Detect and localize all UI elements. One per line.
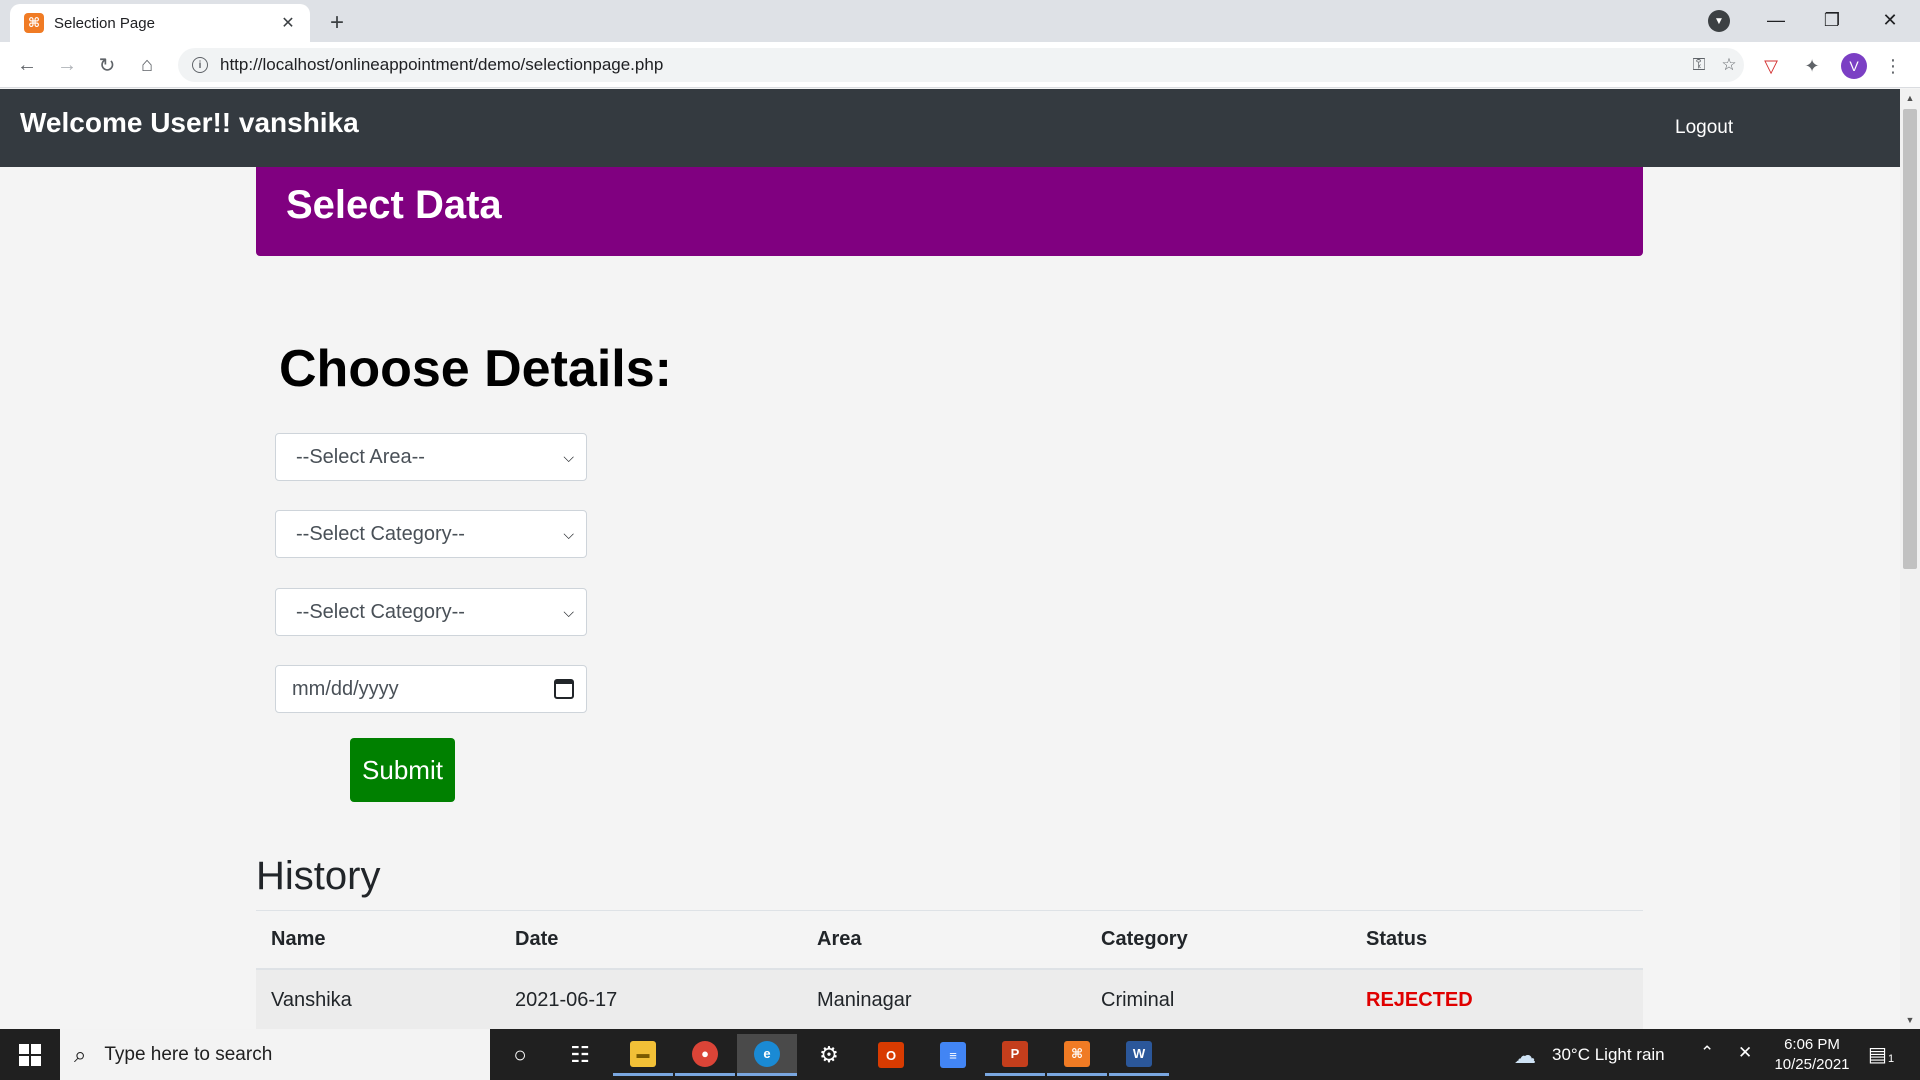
table-header-row: Name Date Area Category Status — [256, 910, 1643, 970]
history-table: Name Date Area Category Status Vanshika … — [256, 910, 1643, 1029]
address-bar[interactable]: i http://localhost/onlineappointment/dem… — [178, 48, 1744, 82]
url-host: localhost — [262, 55, 330, 74]
search-placeholder: Type here to search — [104, 1043, 273, 1065]
clock-date: 10/25/2021 — [1774, 1056, 1850, 1073]
tab-title: Selection Page — [54, 14, 155, 32]
area-select[interactable]: --Select Area-- ⌵ — [275, 433, 587, 481]
cell-date: 2021-06-17 — [500, 968, 802, 1029]
chevron-down-icon: ⌵ — [563, 448, 574, 465]
calendar-icon[interactable] — [554, 679, 574, 699]
xampp-taskbar-icon[interactable]: ⌘ — [1047, 1034, 1107, 1076]
browser-toolbar: ← → ↻ ⌂ i http://localhost/onlineappoint… — [0, 42, 1920, 88]
minimize-icon[interactable]: — — [1748, 0, 1804, 40]
extensions-puzzle-icon[interactable]: ✦ — [1799, 53, 1825, 79]
tray-chevron-up-icon[interactable]: ⌃ — [1700, 1043, 1714, 1063]
bookmark-star-icon[interactable]: ☆ — [1714, 55, 1744, 75]
browser-tab-strip: ⌘ Selection Page ✕ + ▼ — ❐ ✕ — [0, 0, 1920, 42]
weather-text[interactable]: 30°C Light rain — [1552, 1045, 1665, 1065]
area-select-value: --Select Area-- — [296, 445, 425, 468]
file-explorer-icon[interactable]: ▬ — [613, 1034, 673, 1076]
weather-cloud-icon[interactable]: ☁ — [1514, 1043, 1536, 1069]
category-select-1[interactable]: --Select Category-- ⌵ — [275, 510, 587, 558]
reload-icon[interactable]: ↻ — [93, 51, 121, 79]
column-header-area: Area — [802, 910, 1086, 970]
taskbar-clock[interactable]: 6:06 PM 10/25/2021 — [1772, 1035, 1852, 1075]
site-info-icon[interactable]: i — [192, 57, 208, 73]
url-path: /onlineappointment/demo/selectionpage.ph… — [329, 55, 664, 74]
windows-logo-icon — [19, 1043, 41, 1066]
task-view-icon[interactable]: ☷ — [550, 1034, 610, 1076]
column-header-category: Category — [1086, 910, 1351, 970]
word-icon[interactable]: W — [1109, 1034, 1169, 1076]
banner-title: Select Data — [286, 183, 502, 227]
submit-button[interactable]: Submit — [350, 738, 455, 802]
speaker-muted-icon[interactable]: ✕ — [1738, 1043, 1752, 1063]
history-heading: History — [256, 854, 381, 898]
key-icon[interactable]: ⚿ — [1684, 55, 1714, 75]
restore-icon[interactable]: ❐ — [1804, 0, 1860, 40]
form-heading: Choose Details: — [279, 340, 672, 398]
google-docs-icon[interactable]: ≡ — [923, 1034, 983, 1076]
notification-icon[interactable]: ▤ — [1868, 1042, 1887, 1067]
xampp-icon: ⌘ — [24, 13, 44, 33]
home-icon[interactable]: ⌂ — [133, 51, 161, 79]
table-row: Vanshika 2021-06-17 Maninagar Criminal R… — [256, 968, 1643, 1029]
column-header-date: Date — [500, 910, 802, 970]
taskbar-search[interactable]: ⌕ Type here to search — [60, 1029, 490, 1080]
settings-gear-icon[interactable]: ⚙ — [799, 1034, 859, 1076]
welcome-brand: Welcome User!! vanshika — [20, 107, 359, 138]
cell-category: Criminal — [1086, 968, 1351, 1029]
page-viewport: Welcome User!! vanshika Logout Select Da… — [0, 89, 1900, 1029]
category-select-1-value: --Select Category-- — [296, 522, 465, 545]
pocket-extension-icon[interactable]: ▽ — [1758, 53, 1784, 79]
notification-count: 1 — [1888, 1053, 1895, 1065]
category-select-2[interactable]: --Select Category-- ⌵ — [275, 588, 587, 636]
new-tab-button[interactable]: + — [322, 8, 352, 38]
url-text: http://localhost/onlineappointment/demo/… — [220, 55, 1684, 75]
browser-tab[interactable]: ⌘ Selection Page ✕ — [10, 4, 310, 42]
close-window-icon[interactable]: ✕ — [1862, 0, 1918, 40]
scroll-up-arrow-icon[interactable]: ▲ — [1900, 89, 1920, 107]
edge-icon[interactable]: e — [737, 1034, 797, 1076]
chrome-icon[interactable]: ● — [675, 1034, 735, 1076]
select-data-banner: Select Data — [256, 167, 1643, 256]
chevron-down-icon: ⌵ — [563, 525, 574, 542]
cell-name: Vanshika — [256, 968, 500, 1029]
back-icon[interactable]: ← — [13, 51, 41, 79]
clock-time: 6:06 PM — [1784, 1036, 1840, 1053]
logout-link[interactable]: Logout — [1675, 117, 1733, 139]
column-header-status: Status — [1351, 910, 1643, 970]
top-navbar: Welcome User!! vanshika Logout — [0, 89, 1900, 167]
cortana-icon[interactable]: ○ — [490, 1034, 550, 1076]
page-scrollbar[interactable]: ▲ ▼ — [1900, 89, 1920, 1029]
cell-area: Maninagar — [802, 968, 1086, 1029]
date-input[interactable]: mm/dd/yyyy — [275, 665, 587, 713]
status-badge: REJECTED — [1351, 968, 1643, 1029]
office-icon[interactable]: O — [861, 1034, 921, 1076]
close-tab-icon[interactable]: ✕ — [278, 13, 298, 33]
scrollbar-thumb[interactable] — [1903, 109, 1917, 569]
powerpoint-icon[interactable]: P — [985, 1034, 1045, 1076]
scroll-down-arrow-icon[interactable]: ▼ — [1900, 1011, 1920, 1029]
category-select-2-value: --Select Category-- — [296, 600, 465, 623]
url-prefix: http:// — [220, 55, 263, 74]
browser-menu-icon[interactable]: ⋮ — [1880, 53, 1906, 79]
forward-icon[interactable]: → — [53, 51, 81, 79]
start-button[interactable] — [0, 1029, 60, 1080]
column-header-name: Name — [256, 910, 500, 970]
chevron-down-icon: ⌵ — [563, 603, 574, 620]
tab-search-icon[interactable]: ▼ — [1708, 10, 1730, 32]
search-icon: ⌕ — [74, 1041, 87, 1067]
windows-taskbar: ⌕ Type here to search ○ ☷ ▬ ● e ⚙ O ≡ P … — [0, 1029, 1920, 1080]
date-input-placeholder: mm/dd/yyyy — [292, 677, 399, 700]
profile-avatar[interactable]: V — [1841, 53, 1867, 79]
